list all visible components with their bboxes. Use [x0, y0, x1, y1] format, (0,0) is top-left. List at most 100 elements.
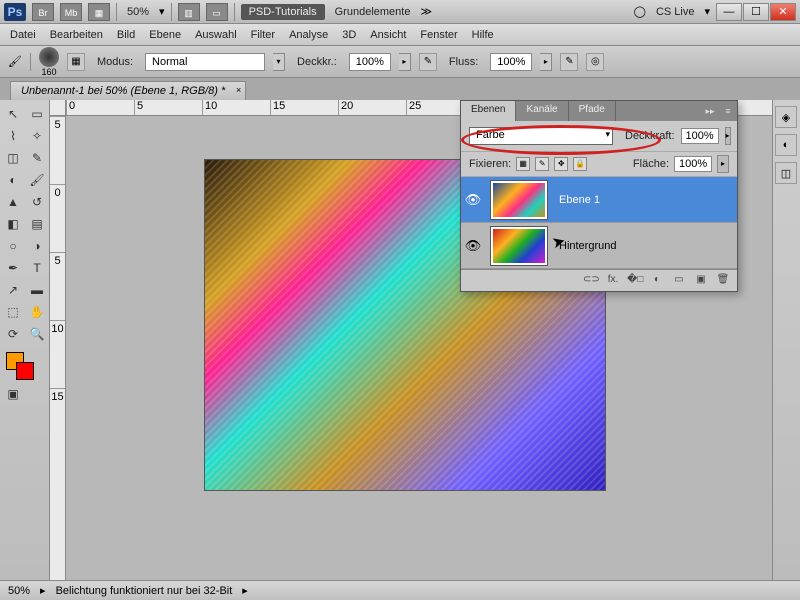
ruler-vertical: 5051015: [50, 116, 66, 580]
type-tool[interactable]: T: [26, 258, 48, 278]
modus-label: Modus:: [93, 56, 137, 68]
color-swatches[interactable]: [2, 352, 48, 382]
bridge-button[interactable]: Br: [32, 3, 54, 21]
path-tool[interactable]: ↗: [2, 280, 24, 300]
minibridge-button[interactable]: Mb: [60, 3, 82, 21]
layer-thumbnail[interactable]: [491, 181, 547, 219]
layer-thumbnail[interactable]: [491, 227, 547, 265]
menu-bild[interactable]: Bild: [117, 29, 135, 41]
menu-bearbeiten[interactable]: Bearbeiten: [50, 29, 103, 41]
minimize-button[interactable]: —: [716, 3, 742, 21]
eyedropper-tool[interactable]: ✎: [26, 148, 48, 168]
flow-field[interactable]: 100%: [490, 53, 532, 71]
ruler-corner: [50, 100, 66, 116]
status-message: Belichtung funktioniert nur bei 32-Bit: [56, 585, 233, 597]
lock-trans-icon[interactable]: ▦: [516, 157, 530, 171]
move-tool[interactable]: ↖: [2, 104, 24, 124]
menu-datei[interactable]: Datei: [10, 29, 36, 41]
zoom-label[interactable]: 50%: [123, 6, 153, 18]
dock-layers-icon[interactable]: ◈: [775, 106, 797, 128]
chevron-down-icon[interactable]: ▾: [605, 129, 610, 140]
panel-menu-icon[interactable]: ≡: [719, 101, 737, 121]
blur-tool[interactable]: ○: [2, 236, 24, 256]
brush-panel-toggle[interactable]: ▦: [67, 53, 85, 71]
layer-row[interactable]: 👁 Ebene 1: [461, 177, 737, 223]
flaeche-value[interactable]: 100%: [674, 156, 712, 172]
status-triangle-icon[interactable]: ▸: [40, 584, 46, 597]
screen-mode-button[interactable]: ▦: [88, 3, 110, 21]
visibility-icon[interactable]: 👁: [461, 238, 485, 254]
link-layers-icon[interactable]: ⊂⊃: [583, 274, 599, 288]
wand-tool[interactable]: ✧: [26, 126, 48, 146]
document-tab[interactable]: Unbenannt-1 bei 50% (Ebene 1, RGB/8) *×: [10, 81, 246, 100]
brush-preview[interactable]: [39, 47, 59, 67]
lock-all-icon[interactable]: 🔒: [573, 157, 587, 171]
tab-pfade[interactable]: Pfade: [569, 101, 616, 121]
workspace-psd[interactable]: PSD-Tutorials: [241, 4, 325, 20]
shape-tool[interactable]: ▬: [26, 280, 48, 300]
hand-tool[interactable]: ✋: [26, 302, 48, 322]
dock-mask-icon[interactable]: ◫: [775, 162, 797, 184]
tab-ebenen[interactable]: Ebenen: [461, 101, 516, 121]
screenmode2-button[interactable]: ▭: [206, 3, 228, 21]
stamp-tool[interactable]: ▲: [2, 192, 24, 212]
brush-tool[interactable]: 🖌: [26, 170, 48, 190]
new-layer-icon[interactable]: ▣: [693, 274, 709, 288]
layer-name[interactable]: Ebene 1: [553, 194, 600, 206]
lasso-tool[interactable]: ⌇: [2, 126, 24, 146]
cslive-label[interactable]: CS Live: [652, 6, 699, 18]
blend-mode-dropdown[interactable]: Farbe: [469, 127, 613, 145]
fx-icon[interactable]: fx.: [605, 274, 621, 288]
deckkraft-value[interactable]: 100%: [681, 128, 719, 144]
airbrush-icon[interactable]: ✎: [560, 53, 578, 71]
marquee-tool[interactable]: ▭: [26, 104, 48, 124]
crop-tool[interactable]: ◫: [2, 148, 24, 168]
background-swatch[interactable]: [16, 362, 34, 380]
eraser-tool[interactable]: ◧: [2, 214, 24, 234]
pressure-opacity-icon[interactable]: ✎: [419, 53, 437, 71]
rotate-tool[interactable]: ⟳: [2, 324, 24, 344]
opacity-field[interactable]: 100%: [349, 53, 391, 71]
pen-tool[interactable]: ✒: [2, 258, 24, 278]
history-brush-tool[interactable]: ↺: [26, 192, 48, 212]
workspace-grund[interactable]: Grundelemente: [331, 6, 415, 18]
blend-mode-field[interactable]: Normal: [145, 53, 265, 71]
panel-collapse-icon[interactable]: ▸▸: [701, 101, 719, 121]
cslive-icon[interactable]: ◯: [634, 5, 646, 18]
menu-filter[interactable]: Filter: [251, 29, 275, 41]
dropdown-arrow-icon[interactable]: ▾: [273, 53, 285, 71]
group-icon[interactable]: ▭: [671, 274, 687, 288]
dodge-tool[interactable]: ◑: [26, 236, 48, 256]
zoom-tool[interactable]: 🔍: [26, 324, 48, 344]
maximize-button[interactable]: ☐: [743, 3, 769, 21]
lock-pos-icon[interactable]: ✥: [554, 157, 568, 171]
visibility-icon[interactable]: 👁: [461, 192, 485, 208]
adjustment-icon[interactable]: ◐: [649, 274, 665, 288]
menu-fenster[interactable]: Fenster: [420, 29, 457, 41]
layer-row[interactable]: 👁 Hintergrund: [461, 223, 737, 269]
tab-kanaele[interactable]: Kanäle: [516, 101, 568, 121]
lock-paint-icon[interactable]: ✎: [535, 157, 549, 171]
status-zoom[interactable]: 50%: [8, 585, 30, 597]
menu-ansicht[interactable]: Ansicht: [370, 29, 406, 41]
menu-ebene[interactable]: Ebene: [149, 29, 181, 41]
3d-tool[interactable]: ⬚: [2, 302, 24, 322]
pressure-size-icon[interactable]: ◎: [586, 53, 604, 71]
layer-name[interactable]: Hintergrund: [553, 240, 616, 252]
menu-hilfe[interactable]: Hilfe: [472, 29, 494, 41]
mask-icon[interactable]: �□: [627, 274, 643, 288]
menu-3d[interactable]: 3D: [342, 29, 356, 41]
menu-auswahl[interactable]: Auswahl: [195, 29, 237, 41]
workspace-more-icon[interactable]: ≫: [420, 5, 432, 18]
gradient-tool[interactable]: ▤: [26, 214, 48, 234]
quickmask-tool[interactable]: ▣: [2, 384, 24, 404]
delete-layer-icon[interactable]: 🗑: [715, 274, 731, 288]
heal-tool[interactable]: ◐: [2, 170, 24, 190]
close-button[interactable]: ✕: [770, 3, 796, 21]
menu-analyse[interactable]: Analyse: [289, 29, 328, 41]
status-arrow-icon[interactable]: ▸: [242, 584, 248, 597]
close-tab-icon[interactable]: ×: [236, 85, 241, 95]
arrange-button[interactable]: ▥: [178, 3, 200, 21]
slider-arrow-icon[interactable]: ▸: [725, 127, 731, 145]
dock-adjust-icon[interactable]: ◐: [775, 134, 797, 156]
